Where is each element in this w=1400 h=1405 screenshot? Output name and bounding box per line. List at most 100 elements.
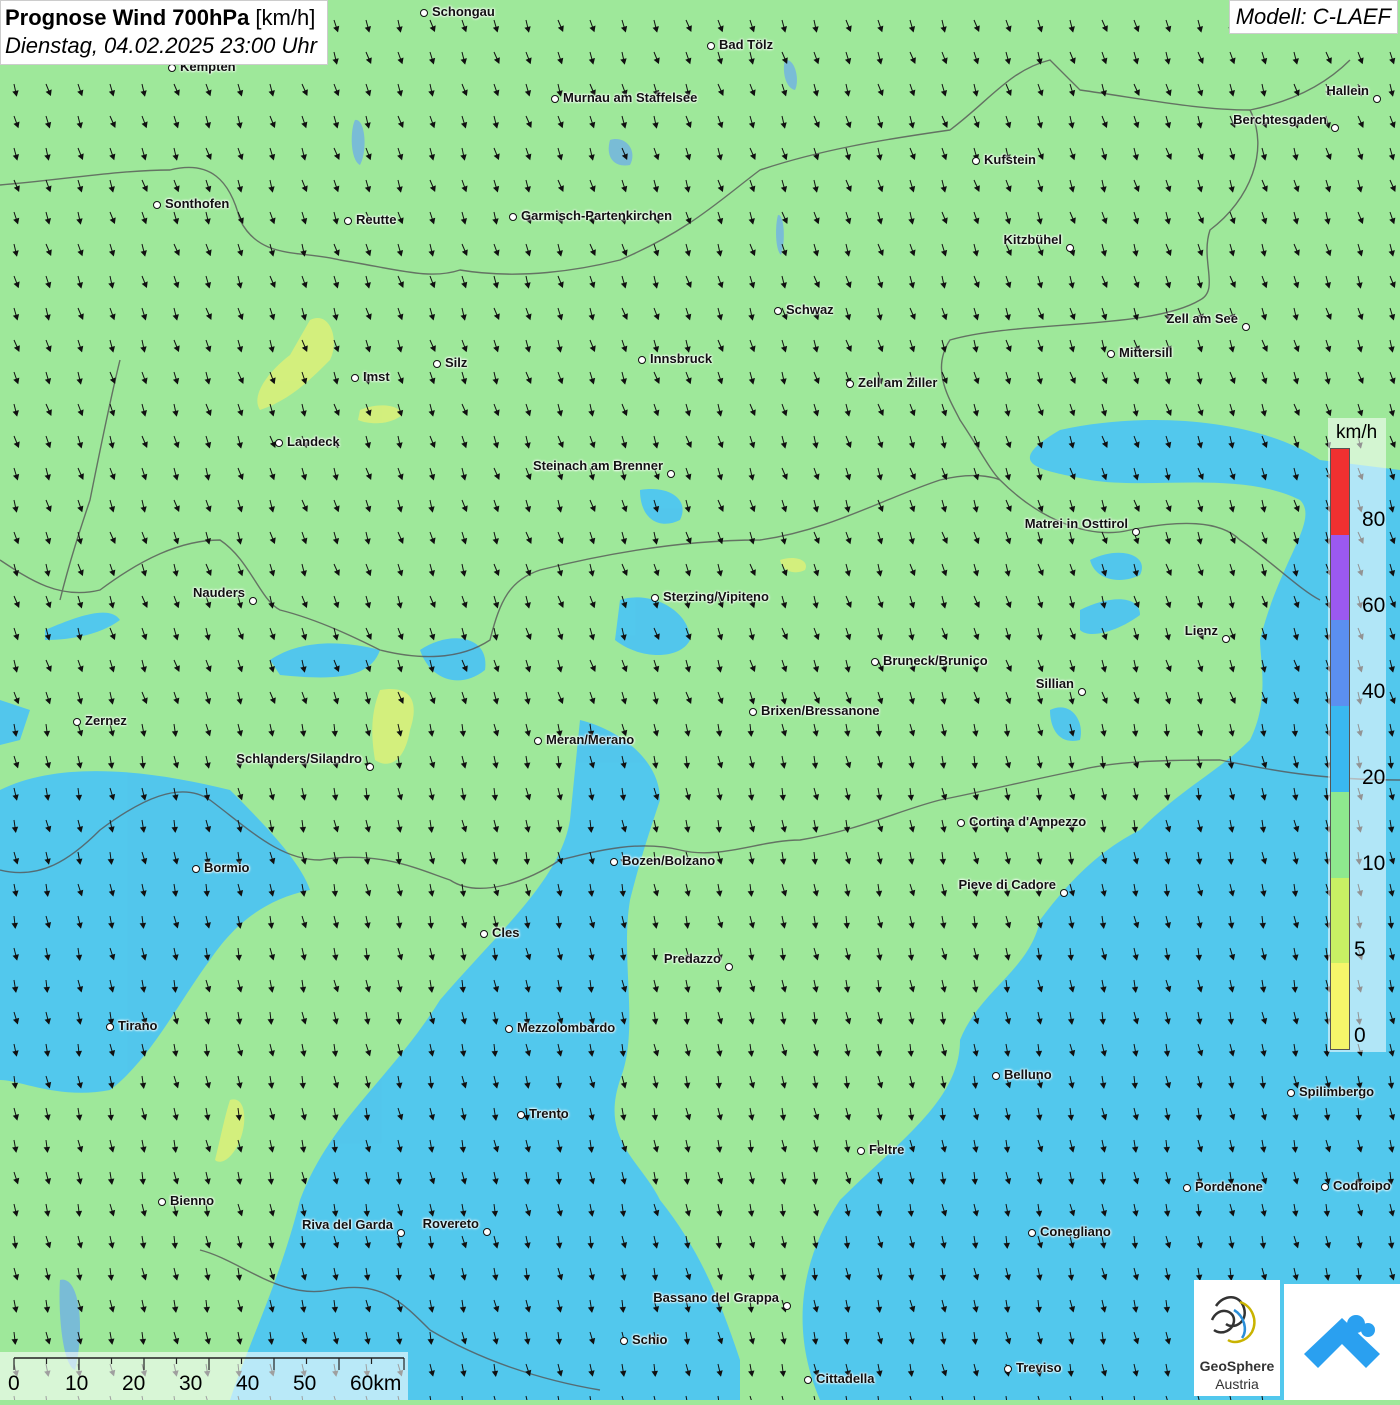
city-label: Schio (632, 1332, 668, 1347)
city-label: Berchtesgaden (1233, 112, 1327, 127)
city-label: Innsbruck (650, 351, 713, 366)
city-dot (804, 1376, 812, 1384)
city-label: Rovereto (422, 1216, 479, 1231)
city-label: Bozen/Bolzano (622, 853, 716, 868)
weather-app-logo (1284, 1284, 1400, 1400)
city-label: Codroipo (1333, 1178, 1391, 1193)
legend-tick-label: 80 (1362, 508, 1386, 531)
city-dot (505, 1025, 513, 1033)
city-dot (725, 963, 733, 971)
city-dot (534, 737, 542, 745)
legend-color-segment (1331, 620, 1349, 707)
city-dot (957, 819, 965, 827)
city-label: Trento (529, 1106, 569, 1121)
city-dot (158, 1198, 166, 1206)
city-dot (483, 1228, 491, 1236)
city-label: Kufstein (984, 152, 1036, 167)
city-dot (1066, 244, 1074, 252)
city-dot (749, 708, 757, 716)
city-dot (420, 9, 428, 17)
model-label: Modell: C-LAEF (1228, 0, 1398, 34)
city-dot (857, 1147, 865, 1155)
legend-color-segment (1331, 706, 1349, 792)
city-dot (620, 1337, 628, 1345)
legend-tick-label: 5 (1354, 938, 1366, 961)
city-dot (871, 658, 879, 666)
legend-tick-label: 0 (1354, 1024, 1366, 1047)
city-label: Garmisch-Partenkirchen (521, 208, 673, 223)
city-dot (351, 374, 359, 382)
legend-color-segment (1331, 534, 1349, 621)
city-label: Nauders (192, 585, 245, 600)
city-dot (783, 1302, 791, 1310)
wind-speed-legend: km/h 80 60 40 20 10 5 0 (1328, 418, 1386, 1052)
scale-label: 50 (293, 1372, 317, 1395)
city-label: Feltre (869, 1142, 905, 1157)
scale-bar-ruler (13, 1357, 405, 1370)
city-label: Brixen/Bressanone (761, 703, 880, 718)
city-dot (1060, 889, 1068, 897)
city-dot (610, 858, 618, 866)
geosphere-logo: GeoSphere Austria (1194, 1280, 1280, 1396)
city-dot (344, 217, 352, 225)
scale-bar: 0 10 20 30 40 50 60km (0, 1352, 408, 1400)
city-label: Predazzo (663, 951, 721, 966)
city-dot (509, 213, 517, 221)
forecast-datetime: Dienstag, 04.02.2025 23:00 Uhr (5, 33, 317, 58)
city-label: Meran/Merano (546, 732, 635, 747)
city-label: Reutte (356, 212, 397, 227)
city-label: Mittersill (1119, 345, 1173, 360)
city-label: Imst (363, 369, 390, 384)
city-label: Pieve di Cadore (958, 877, 1056, 892)
city-label: Conegliano (1040, 1224, 1111, 1239)
map-title-unit: [km/h] (249, 5, 316, 30)
scale-label: 0 (8, 1372, 20, 1395)
city-dot (480, 930, 488, 938)
city-label: Schlanders/Silandro (236, 751, 362, 766)
city-label: Cles (492, 925, 520, 940)
legend-color-segment (1331, 449, 1349, 535)
city-label: Pordenone (1195, 1179, 1263, 1194)
city-dot (1242, 323, 1250, 331)
legend-color-segment (1331, 877, 1349, 964)
city-dot (1287, 1089, 1295, 1097)
legend-color-segment (1331, 963, 1349, 1049)
city-label: Silz (445, 355, 468, 370)
city-label: Murnau am Staffelsee (563, 90, 698, 105)
city-dot (1028, 1229, 1036, 1237)
city-dot (1183, 1184, 1191, 1192)
city-dot (667, 470, 675, 478)
city-label: Bienno (170, 1193, 215, 1208)
city-label: Treviso (1016, 1360, 1062, 1375)
scale-label: 30 (179, 1372, 203, 1395)
city-label: Kitzbühel (1003, 232, 1063, 247)
legend-tick-label: 40 (1362, 680, 1386, 703)
city-dot (1331, 124, 1339, 132)
city-label: Schongau (432, 4, 495, 19)
map-title-main: Prognose Wind 700hPa (5, 5, 250, 30)
title-box: Prognose Wind 700hPa [km/h] Dienstag, 04… (0, 0, 328, 65)
scale-label: 10 (65, 1372, 89, 1395)
city-label: Landeck (287, 434, 340, 449)
legend-color-bar (1330, 448, 1350, 1050)
city-dot (1132, 528, 1140, 536)
city-label: Matrei in Osttirol (1024, 516, 1128, 531)
city-label: Mezzolombardo (517, 1020, 616, 1035)
geosphere-emblem-icon (1210, 1296, 1256, 1344)
city-dot (1373, 95, 1381, 103)
scale-label: 20 (122, 1372, 146, 1395)
map-title: Prognose Wind 700hPa [km/h] (5, 4, 317, 32)
city-dot (106, 1023, 114, 1031)
legend-tick-label: 60 (1362, 594, 1386, 617)
city-dot (397, 1229, 405, 1237)
city-label: Zell am See (1166, 311, 1238, 326)
geosphere-subname: Austria (1215, 1376, 1259, 1392)
city-label: Bruneck/Brunico (883, 653, 988, 668)
city-label: Spilimbergo (1299, 1084, 1375, 1099)
city-label: Bad Tölz (719, 37, 774, 52)
city-label: Bassano del Grappa (653, 1290, 779, 1305)
city-label: Lienz (1184, 623, 1218, 638)
city-dot (366, 763, 374, 771)
city-label: Sillian (1035, 676, 1074, 691)
city-dot (774, 307, 782, 315)
